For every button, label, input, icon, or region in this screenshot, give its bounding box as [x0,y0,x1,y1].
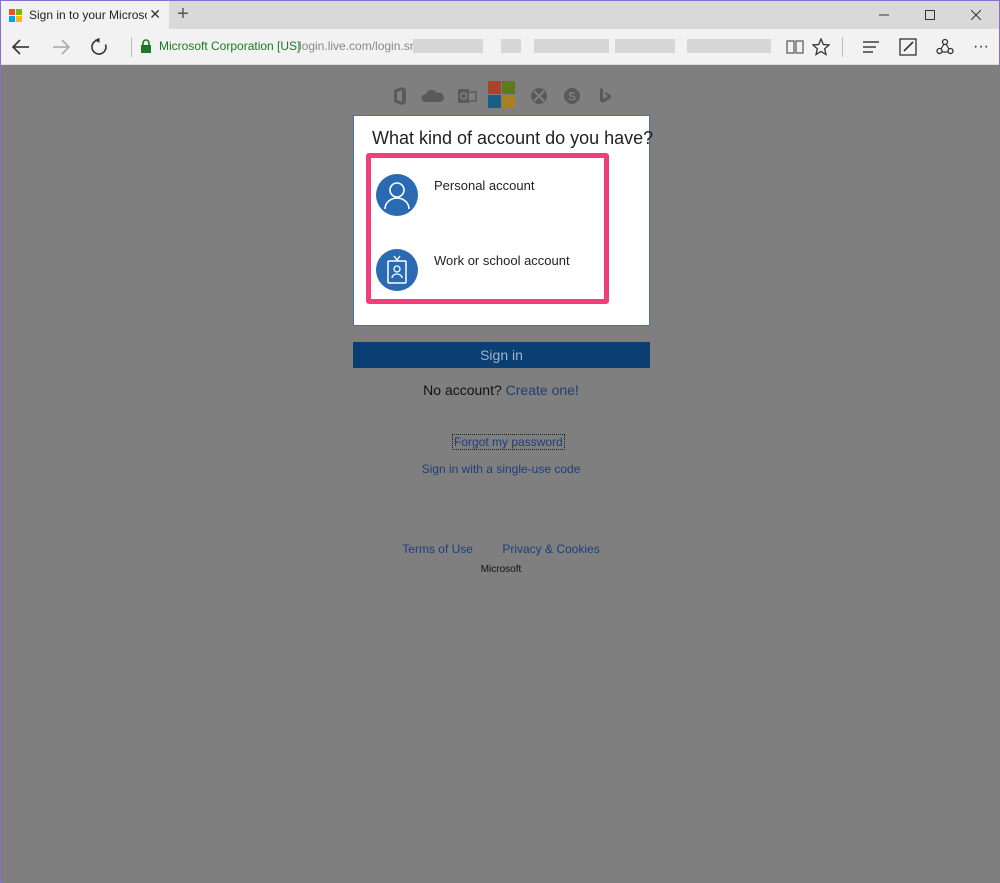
onedrive-icon [421,89,444,102]
no-account-row: No account? Create one! [2,382,1000,398]
no-account-text: No account? [423,382,502,398]
tab-bar: Sign in to your Microsoft account ✕ + [1,1,999,29]
window-close-button[interactable] [953,1,999,29]
microsoft-products-bar: S [387,80,617,110]
reading-view-button[interactable] [783,35,807,59]
maximize-icon [925,10,935,20]
refresh-icon [91,38,107,55]
footer-links: Terms of Use Privacy & Cookies [2,542,1000,556]
toolbar-divider [131,37,132,57]
terms-of-use-link[interactable]: Terms of Use [402,542,473,556]
sign-in-button[interactable]: Sign in [353,342,650,368]
privacy-cookies-link[interactable]: Privacy & Cookies [502,542,599,556]
minimize-icon [879,14,889,16]
skype-icon: S [564,88,580,104]
star-icon [812,38,830,56]
page-content: S What kind of account do you have? Pers… [2,66,1000,883]
card-title: What kind of account do you have? [372,128,654,148]
forward-button[interactable] [49,35,73,59]
refresh-button[interactable] [87,35,111,59]
microsoft-logo-icon [488,81,515,108]
bing-icon [600,88,611,103]
url-redacted [501,39,521,53]
toolbar-divider [842,37,843,57]
share-icon [936,38,954,55]
back-arrow-icon [12,39,29,55]
book-icon [786,40,804,54]
outlook-icon [458,89,477,103]
forgot-password-link[interactable]: Forgot my password [452,434,565,450]
new-tab-button[interactable]: + [173,3,193,25]
office-icon [394,87,406,105]
url-redacted [615,39,675,53]
hub-button[interactable] [859,35,883,59]
address-toolbar: Microsoft Corporation [US] login.live.co… [1,29,999,65]
url-redacted [534,39,609,53]
create-account-link[interactable]: Create one! [506,382,579,398]
back-button[interactable] [9,35,33,59]
tab-title: Sign in to your Microsoft account [29,8,147,22]
pen-note-icon [899,38,917,56]
lock-icon [141,39,151,53]
share-button[interactable] [933,35,957,59]
web-note-button[interactable] [896,35,920,59]
url-redacted [687,39,771,53]
close-icon [971,10,981,20]
url-redacted [413,39,483,53]
xbox-icon [531,88,547,104]
hub-icon [863,41,879,53]
more-button[interactable]: ··· [969,35,993,59]
selection-highlight [366,153,609,304]
site-identity[interactable]: Microsoft Corporation [US] [159,39,300,53]
microsoft-logo-icon [9,8,22,22]
footer-brand: Microsoft [480,564,522,575]
single-use-code-link[interactable]: Sign in with a single-use code [2,462,1000,476]
favorite-button[interactable] [809,35,833,59]
account-type-card: What kind of account do you have? Person… [353,115,654,326]
tab-close-icon[interactable]: ✕ [149,6,161,23]
address-url[interactable]: login.live.com/login.srf? [299,39,424,53]
maximize-button[interactable] [907,1,953,29]
browser-tab[interactable]: Sign in to your Microsoft account ✕ [1,1,169,29]
browser-window: Sign in to your Microsoft account ✕ + [0,0,1000,883]
svg-text:S: S [568,90,576,104]
forward-arrow-icon [53,39,70,55]
minimize-button[interactable] [861,1,907,29]
